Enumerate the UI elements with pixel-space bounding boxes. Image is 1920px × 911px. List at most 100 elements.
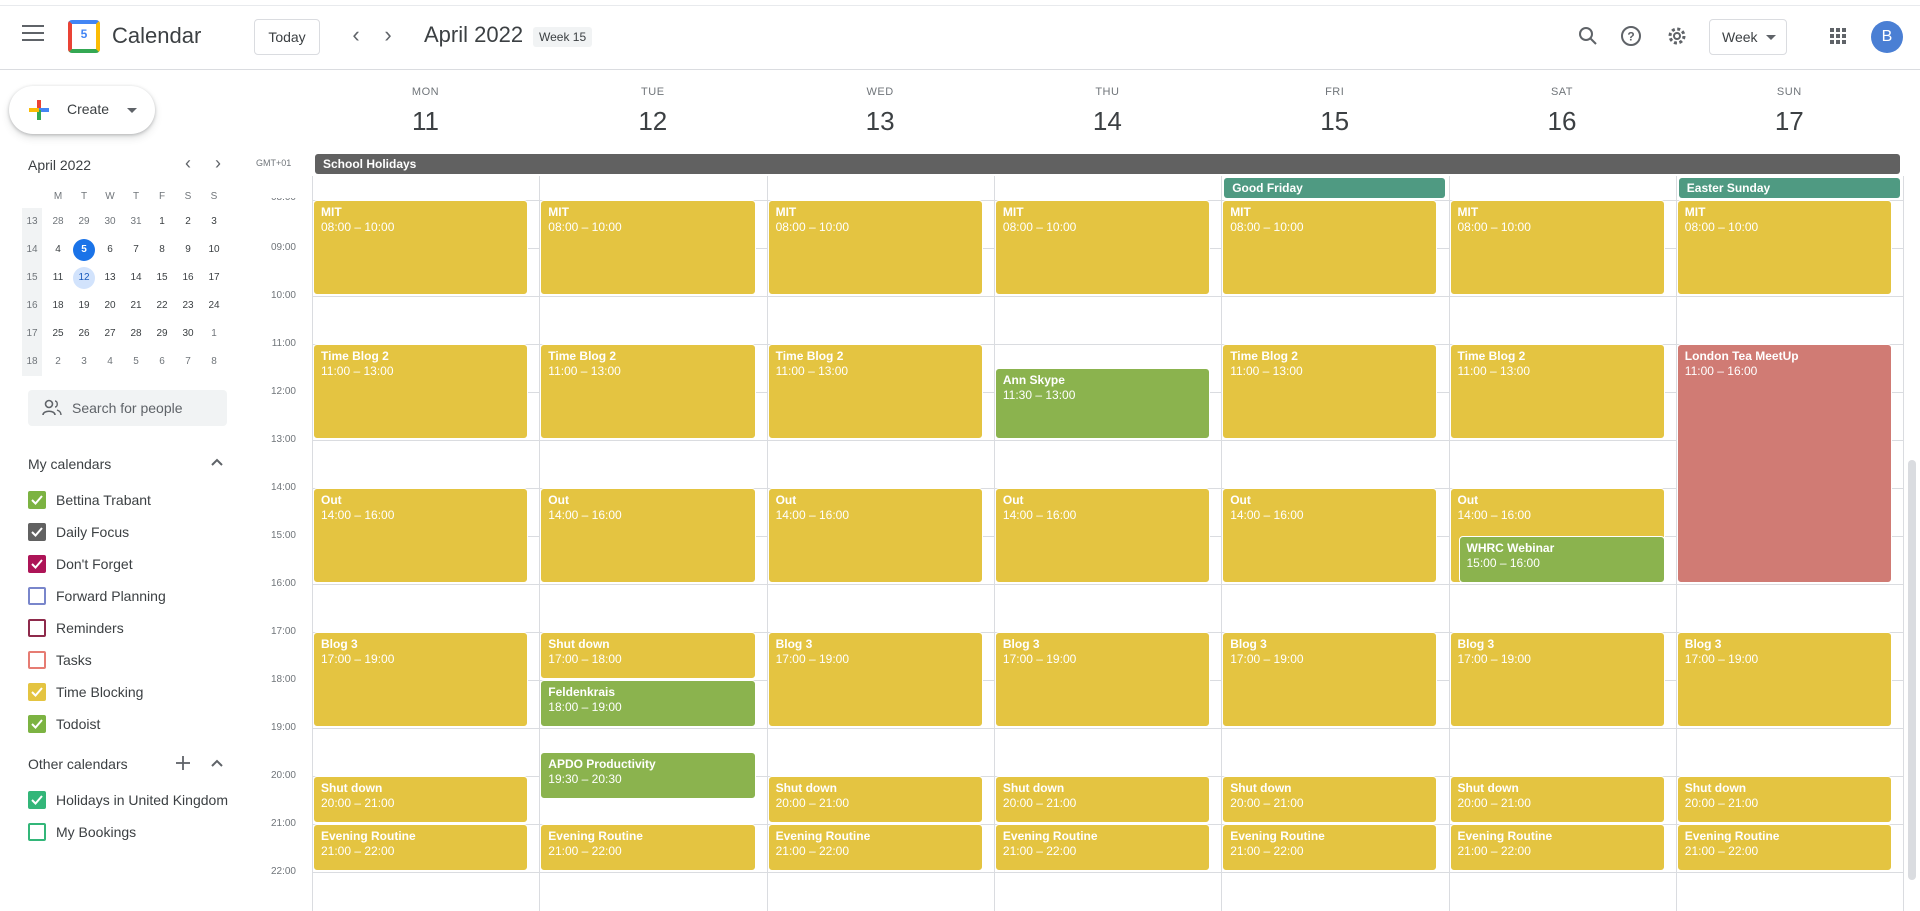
mini-previous-month-icon[interactable]: ‹ — [178, 153, 198, 174]
mini-day[interactable]: 7 — [175, 349, 201, 375]
calendar-event[interactable]: Out 14:00 – 16:00 — [994, 488, 1211, 583]
checkbox-icon[interactable] — [28, 791, 46, 809]
calendar-event[interactable]: Blog 3 17:00 – 19:00 — [1222, 632, 1438, 727]
calendar-event[interactable]: Out 14:00 – 16:00 — [540, 488, 756, 583]
mini-day[interactable]: 16 — [175, 265, 201, 291]
checkbox-icon[interactable] — [28, 823, 46, 841]
day-header[interactable]: SUN 17 — [1676, 86, 1903, 137]
calendar-event[interactable]: APDO Productivity 19:30 – 20:30 — [540, 752, 756, 799]
day-header[interactable]: THU 14 — [994, 86, 1221, 137]
checkbox-icon[interactable] — [28, 491, 46, 509]
mini-day[interactable]: 13 — [97, 265, 123, 291]
day-number[interactable]: 11 — [312, 106, 539, 137]
calendar-event[interactable]: MIT 08:00 – 10:00 — [767, 200, 983, 295]
apps-grid-icon[interactable] — [1826, 24, 1850, 48]
calendar-event[interactable]: Time Blog 2 11:00 – 13:00 — [540, 344, 756, 439]
previous-week-chevron-icon[interactable]: ‹ — [344, 24, 368, 48]
mini-day[interactable]: 17 — [201, 265, 227, 291]
all-day-event[interactable]: Good Friday — [1224, 178, 1446, 198]
day-number[interactable]: 14 — [994, 106, 1221, 137]
calendar-item[interactable]: Holidays in United Kingdom — [28, 788, 228, 812]
mini-next-month-icon[interactable]: › — [208, 153, 228, 174]
calendar-item[interactable]: Reminders — [28, 616, 228, 640]
app-title[interactable]: Calendar — [112, 23, 201, 49]
mini-day[interactable]: 6 — [97, 237, 123, 263]
checkbox-icon[interactable] — [28, 683, 46, 701]
mini-day[interactable]: 23 — [175, 293, 201, 319]
calendar-event[interactable]: Time Blog 2 11:00 – 13:00 — [1222, 344, 1438, 439]
mini-day[interactable]: 28 — [123, 321, 149, 347]
mini-day[interactable]: 11 — [45, 265, 71, 291]
mini-day[interactable]: 4 — [97, 349, 123, 375]
calendar-event[interactable]: Time Blog 2 11:00 – 13:00 — [1449, 344, 1665, 439]
calendar-event[interactable]: Evening Routine 21:00 – 22:00 — [540, 824, 756, 871]
mini-day[interactable]: 30 — [175, 321, 201, 347]
mini-day[interactable]: 31 — [123, 209, 149, 235]
calendar-event[interactable]: WHRC Webinar 15:00 – 16:00 — [1458, 536, 1665, 583]
calendar-event[interactable]: Shut down 20:00 – 21:00 — [1449, 776, 1665, 823]
calendar-event[interactable]: Out 14:00 – 16:00 — [1222, 488, 1438, 583]
calendar-item[interactable]: Forward Planning — [28, 584, 228, 608]
calendar-event[interactable]: Evening Routine 21:00 – 22:00 — [767, 824, 983, 871]
mini-day[interactable]: 21 — [123, 293, 149, 319]
day-header[interactable]: FRI 15 — [1221, 86, 1448, 137]
day-number[interactable]: 17 — [1676, 106, 1903, 137]
calendar-event[interactable]: MIT 08:00 – 10:00 — [313, 200, 529, 295]
all-day-event[interactable]: School Holidays — [315, 154, 1901, 174]
checkbox-icon[interactable] — [28, 555, 46, 573]
mini-day[interactable]: 29 — [71, 209, 97, 235]
mini-day[interactable]: 22 — [149, 293, 175, 319]
checkbox-icon[interactable] — [28, 523, 46, 541]
calendar-item[interactable]: Tasks — [28, 648, 228, 672]
calendar-item[interactable]: Time Blocking — [28, 680, 228, 704]
calendar-event[interactable]: Evening Routine 21:00 – 22:00 — [1676, 824, 1893, 871]
calendar-logo-icon[interactable]: 5 — [68, 20, 100, 53]
calendar-event[interactable]: Time Blog 2 11:00 – 13:00 — [767, 344, 983, 439]
calendar-event[interactable]: MIT 08:00 – 10:00 — [1449, 200, 1665, 295]
next-week-chevron-icon[interactable]: › — [376, 24, 400, 48]
mini-day[interactable]: 7 — [123, 237, 149, 263]
mini-day[interactable]: 26 — [71, 321, 97, 347]
mini-day[interactable]: 24 — [201, 293, 227, 319]
checkbox-icon[interactable] — [28, 587, 46, 605]
mini-day[interactable]: 5 — [73, 239, 95, 261]
calendar-event[interactable]: Blog 3 17:00 – 19:00 — [313, 632, 529, 727]
search-people-input[interactable]: Search for people — [28, 390, 227, 426]
day-header[interactable]: WED 13 — [767, 86, 994, 137]
calendar-event[interactable]: Evening Routine 21:00 – 22:00 — [313, 824, 529, 871]
calendar-event[interactable]: Shut down 20:00 – 21:00 — [994, 776, 1211, 823]
mini-day[interactable]: 19 — [71, 293, 97, 319]
checkbox-icon[interactable] — [28, 715, 46, 733]
calendar-event[interactable]: Time Blog 2 11:00 – 13:00 — [313, 344, 529, 439]
mini-day[interactable]: 3 — [201, 209, 227, 235]
calendar-event[interactable]: Shut down 17:00 – 18:00 — [540, 632, 756, 679]
mini-day[interactable]: 9 — [175, 237, 201, 263]
calendar-event[interactable]: Out 14:00 – 16:00 — [313, 488, 529, 583]
day-header[interactable]: TUE 12 — [539, 86, 766, 137]
create-button[interactable]: Create — [9, 86, 155, 134]
calendar-event[interactable]: Blog 3 17:00 – 19:00 — [994, 632, 1211, 727]
calendar-item[interactable]: My Bookings — [28, 820, 228, 844]
mini-day[interactable]: 30 — [97, 209, 123, 235]
mini-day[interactable]: 25 — [45, 321, 71, 347]
mini-day[interactable]: 20 — [97, 293, 123, 319]
mini-day[interactable]: 14 — [123, 265, 149, 291]
mini-day[interactable]: 2 — [175, 209, 201, 235]
checkbox-icon[interactable] — [28, 619, 46, 637]
chevron-up-icon[interactable] — [210, 455, 224, 472]
calendar-item[interactable]: Todoist — [28, 712, 228, 736]
avatar[interactable]: B — [1871, 21, 1903, 53]
help-icon[interactable]: ? — [1619, 24, 1643, 48]
calendar-event[interactable]: Evening Routine 21:00 – 22:00 — [1449, 824, 1665, 871]
day-number[interactable]: 15 — [1221, 106, 1448, 137]
mini-day[interactable]: 4 — [45, 237, 71, 263]
calendar-event[interactable]: Evening Routine 21:00 – 22:00 — [1222, 824, 1438, 871]
chevron-up-icon[interactable] — [210, 756, 224, 773]
mini-day[interactable]: 27 — [97, 321, 123, 347]
calendar-event[interactable]: Blog 3 17:00 – 19:00 — [1676, 632, 1893, 727]
mini-day[interactable]: 28 — [45, 209, 71, 235]
add-calendar-plus-icon[interactable] — [174, 754, 192, 772]
calendar-event[interactable]: Feldenkrais 18:00 – 19:00 — [540, 680, 756, 727]
mini-day[interactable]: 2 — [45, 349, 71, 375]
calendar-event[interactable]: MIT 08:00 – 10:00 — [1222, 200, 1438, 295]
